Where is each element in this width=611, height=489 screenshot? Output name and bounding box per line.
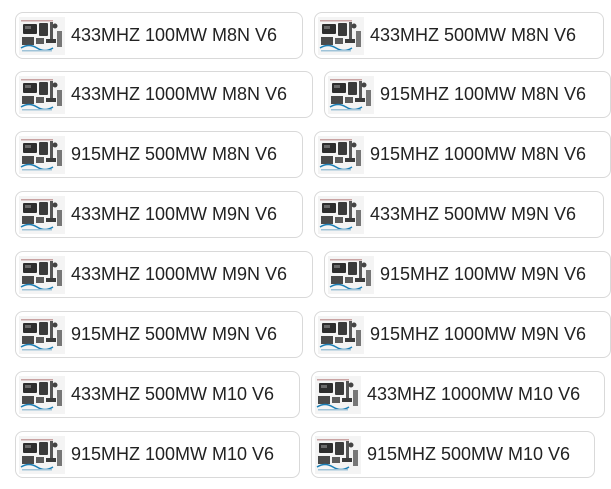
variant-label: 915MHZ 100MW M9N V6	[380, 264, 587, 284]
variant-option-10[interactable]: 915MHZ 100MW M9N V6	[324, 251, 611, 298]
variant-label: 433MHZ 500MW M9N V6	[370, 204, 577, 224]
variant-label: 433MHZ 1000MW M9N V6	[71, 264, 288, 284]
variant-label: 915MHZ 1000MW M9N V6	[370, 324, 587, 344]
product-thumbnail	[318, 316, 364, 354]
variant-label: 915MHZ 100MW M10 V6	[71, 444, 275, 464]
variant-label: 915MHZ 100MW M8N V6	[380, 84, 587, 104]
variant-label: 915MHZ 500MW M8N V6	[71, 144, 278, 164]
variant-option-16[interactable]: 915MHZ 500MW M10 V6	[311, 431, 595, 478]
variant-label: 915MHZ 1000MW M8N V6	[370, 144, 587, 164]
product-thumbnail	[318, 17, 364, 55]
product-thumbnail	[19, 256, 65, 294]
variant-label: 433MHZ 100MW M9N V6	[71, 204, 278, 224]
variant-option-5[interactable]: 915MHZ 500MW M8N V6	[15, 131, 303, 178]
product-thumbnail	[19, 17, 65, 55]
product-thumbnail	[19, 136, 65, 174]
product-thumbnail	[19, 436, 65, 474]
variant-label: 915MHZ 500MW M10 V6	[367, 444, 571, 464]
product-thumbnail	[318, 136, 364, 174]
variant-option-14[interactable]: 433MHZ 1000MW M10 V6	[311, 371, 605, 418]
variant-option-12[interactable]: 915MHZ 1000MW M9N V6	[314, 311, 611, 358]
variant-option-15[interactable]: 915MHZ 100MW M10 V6	[15, 431, 300, 478]
variant-option-grid: 433MHZ 100MW M8N V6 433MHZ 500MW M8N V6 …	[0, 0, 611, 489]
variant-option-9[interactable]: 433MHZ 1000MW M9N V6	[15, 251, 313, 298]
variant-label: 433MHZ 500MW M8N V6	[370, 25, 577, 45]
product-thumbnail	[19, 196, 65, 234]
variant-option-11[interactable]: 915MHZ 500MW M9N V6	[15, 311, 303, 358]
product-thumbnail	[19, 316, 65, 354]
variant-option-3[interactable]: 433MHZ 1000MW M8N V6	[15, 71, 313, 118]
variant-option-1[interactable]: 433MHZ 100MW M8N V6	[15, 12, 303, 59]
product-thumbnail	[19, 376, 65, 414]
variant-option-6[interactable]: 915MHZ 1000MW M8N V6	[314, 131, 611, 178]
variant-option-2[interactable]: 433MHZ 500MW M8N V6	[314, 12, 604, 59]
variant-label: 433MHZ 1000MW M10 V6	[367, 384, 581, 404]
product-thumbnail	[328, 256, 374, 294]
product-thumbnail	[19, 76, 65, 114]
variant-option-13[interactable]: 433MHZ 500MW M10 V6	[15, 371, 300, 418]
variant-label: 433MHZ 500MW M10 V6	[71, 384, 275, 404]
product-thumbnail	[328, 76, 374, 114]
variant-option-7[interactable]: 433MHZ 100MW M9N V6	[15, 191, 303, 238]
variant-option-8[interactable]: 433MHZ 500MW M9N V6	[314, 191, 604, 238]
product-thumbnail	[315, 376, 361, 414]
variant-label: 433MHZ 100MW M8N V6	[71, 25, 278, 45]
variant-label: 915MHZ 500MW M9N V6	[71, 324, 278, 344]
variant-option-4[interactable]: 915MHZ 100MW M8N V6	[324, 71, 611, 118]
product-thumbnail	[315, 436, 361, 474]
variant-label: 433MHZ 1000MW M8N V6	[71, 84, 288, 104]
product-thumbnail	[318, 196, 364, 234]
